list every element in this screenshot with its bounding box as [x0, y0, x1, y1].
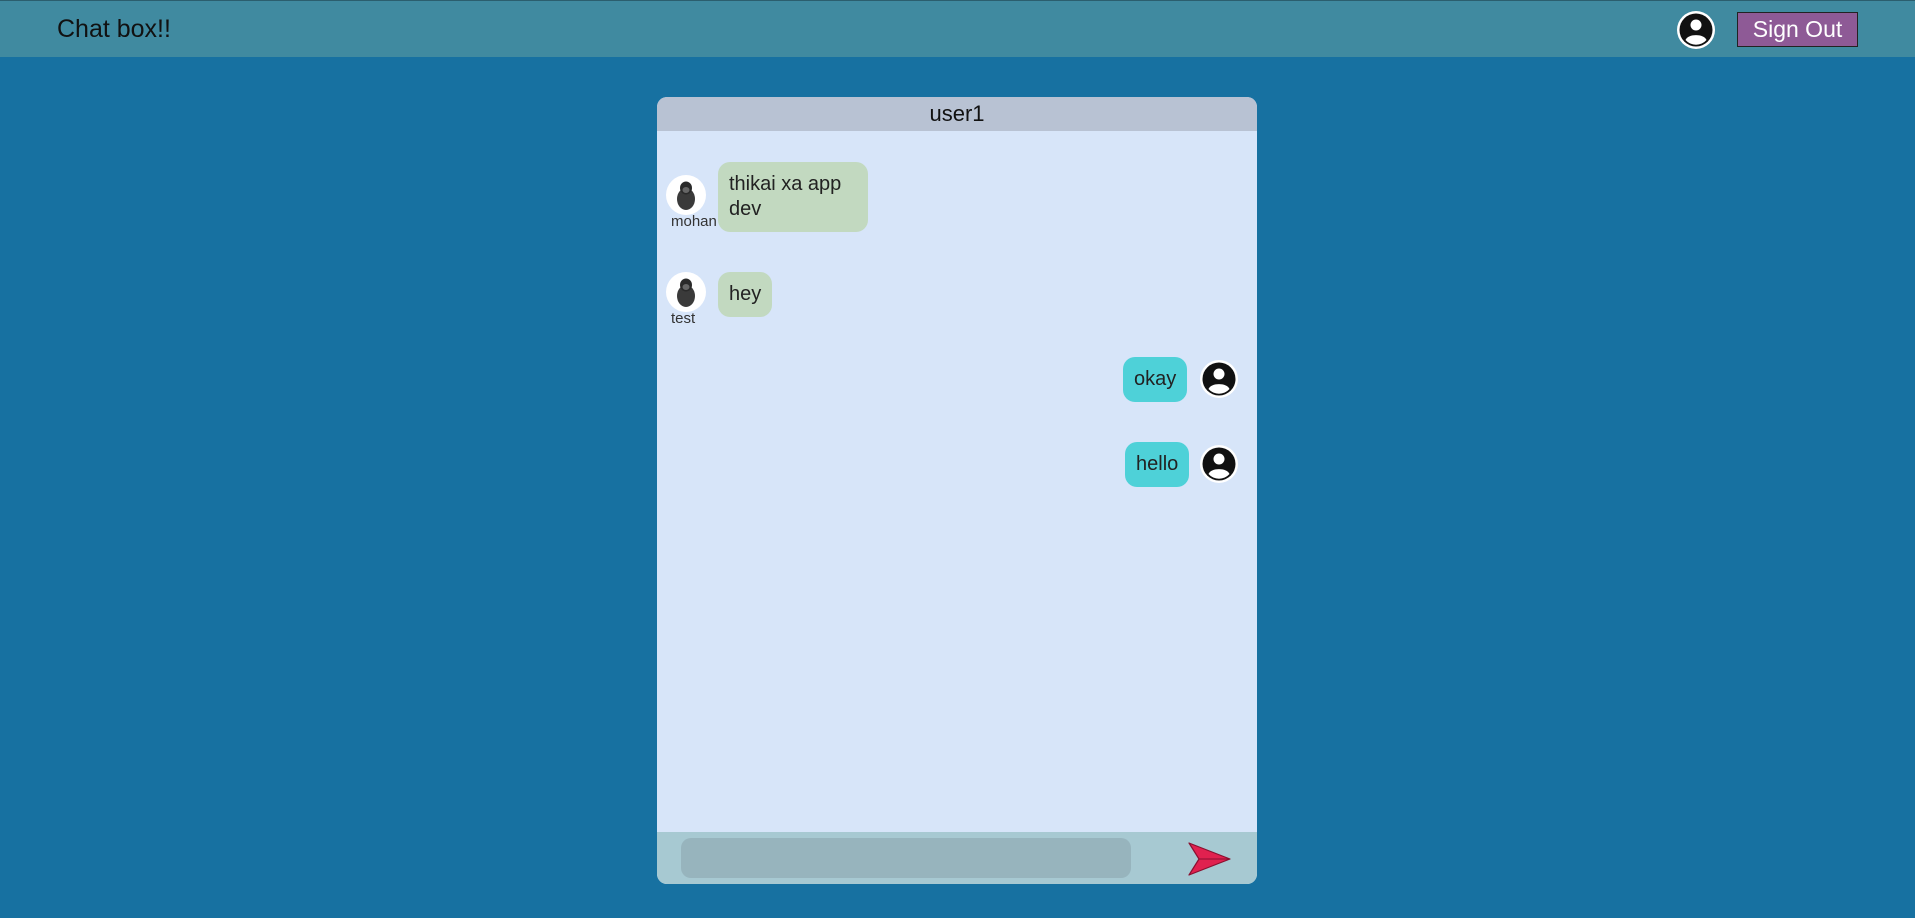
sign-out-button[interactable]: Sign Out: [1737, 12, 1858, 47]
message-bubble: hey: [718, 272, 773, 317]
chat-panel: user1 mohan thikai xa app dev test hey o…: [657, 97, 1257, 884]
sender-name: mohan: [671, 213, 717, 230]
send-button[interactable]: [1187, 840, 1233, 878]
user-avatar-icon: [1199, 444, 1239, 484]
app-title: Chat box!!: [57, 15, 171, 43]
sender-name: test: [671, 310, 696, 327]
message-text: hey: [729, 283, 762, 305]
message-bubble: hello: [1125, 442, 1190, 487]
message-text: thikai xa app: [729, 173, 842, 195]
message-composer: [657, 832, 1257, 884]
message-input[interactable]: [681, 838, 1131, 878]
sender-avatar-icon: [666, 272, 706, 312]
message-bubble: okay: [1123, 357, 1188, 402]
user-avatar-icon: [1199, 359, 1239, 399]
top-navbar: Chat box!! Sign Out: [0, 0, 1915, 57]
message-text: dev: [729, 198, 762, 220]
message-bubble: thikai xa app dev: [718, 162, 868, 232]
chat-title: user1: [657, 97, 1257, 131]
message-text: okay: [1134, 368, 1177, 390]
send-arrow-icon: [1188, 842, 1231, 876]
sender-avatar-icon: [666, 175, 706, 215]
user-avatar-icon[interactable]: [1676, 10, 1716, 50]
message-text: hello: [1136, 453, 1179, 475]
